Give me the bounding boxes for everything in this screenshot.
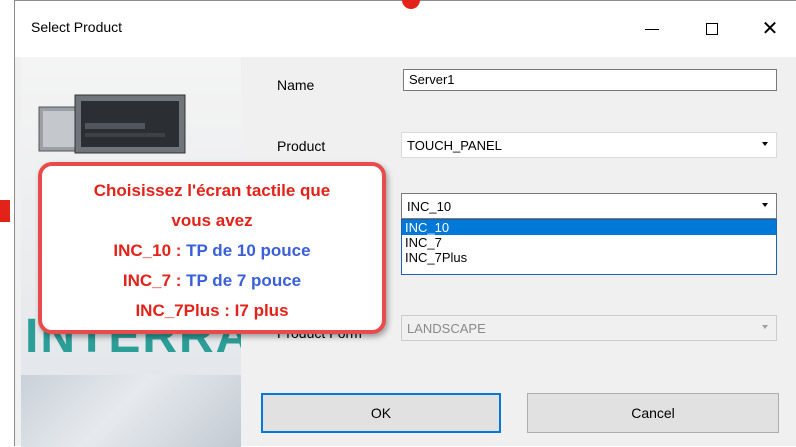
- callout-value: TP de 10 pouce: [186, 241, 311, 260]
- model-option-inc10[interactable]: INC_10: [402, 220, 776, 235]
- product-select-value: TOUCH_PANEL: [407, 138, 502, 153]
- maximize-icon: [706, 23, 718, 35]
- cancel-button[interactable]: Cancel: [527, 393, 779, 433]
- title-bar: Select Product ✕: [15, 1, 796, 57]
- callout-key: INC_10 :: [113, 241, 182, 260]
- model-select[interactable]: INC_10: [401, 193, 777, 219]
- model-option-inc7plus[interactable]: INC_7Plus: [402, 250, 776, 265]
- callout-line-inc7plus: INC_7Plus : I7 plus: [42, 296, 382, 326]
- callout-line-inc10: INC_10 : TP de 10 pouce: [42, 236, 382, 266]
- touch-panel-device-image: [38, 94, 186, 154]
- callout-key: INC_7Plus :: [135, 301, 230, 320]
- product-form-value: LANDSCAPE: [407, 321, 486, 336]
- minimize-icon: [645, 28, 659, 30]
- callout-value: I7 plus: [234, 301, 289, 320]
- callout-key: INC_7 :: [122, 271, 182, 290]
- model-option-inc7[interactable]: INC_7: [402, 235, 776, 250]
- instruction-callout: Choisissez l'écran tactile que vous avez…: [38, 162, 386, 334]
- close-icon: ✕: [761, 18, 779, 40]
- ok-button[interactable]: OK: [261, 393, 501, 433]
- callout-line: vous avez: [171, 211, 253, 230]
- decorative-banner: [21, 375, 241, 447]
- product-label: Product: [277, 138, 326, 154]
- window-title: Select Product: [31, 19, 123, 35]
- callout-line-inc7: INC_7 : TP de 7 pouce: [42, 266, 382, 296]
- minimize-button[interactable]: [629, 9, 675, 49]
- chevron-down-icon: [762, 325, 768, 329]
- model-select-value: INC_10: [407, 199, 452, 214]
- maximize-button[interactable]: [689, 9, 735, 49]
- callout-line: Choisissez l'écran tactile que: [93, 181, 331, 200]
- product-select[interactable]: TOUCH_PANEL: [401, 132, 777, 158]
- chevron-down-icon: [762, 142, 768, 146]
- model-dropdown-list: INC_10 INC_7 INC_7Plus: [401, 219, 777, 275]
- name-input[interactable]: Server1: [403, 69, 777, 91]
- name-label: Name: [277, 77, 315, 93]
- annotation-marker: [0, 200, 10, 222]
- close-button[interactable]: ✕: [747, 9, 793, 49]
- callout-value: TP de 7 pouce: [186, 271, 302, 290]
- product-form-select: LANDSCAPE: [401, 315, 777, 341]
- chevron-down-icon: [762, 203, 768, 207]
